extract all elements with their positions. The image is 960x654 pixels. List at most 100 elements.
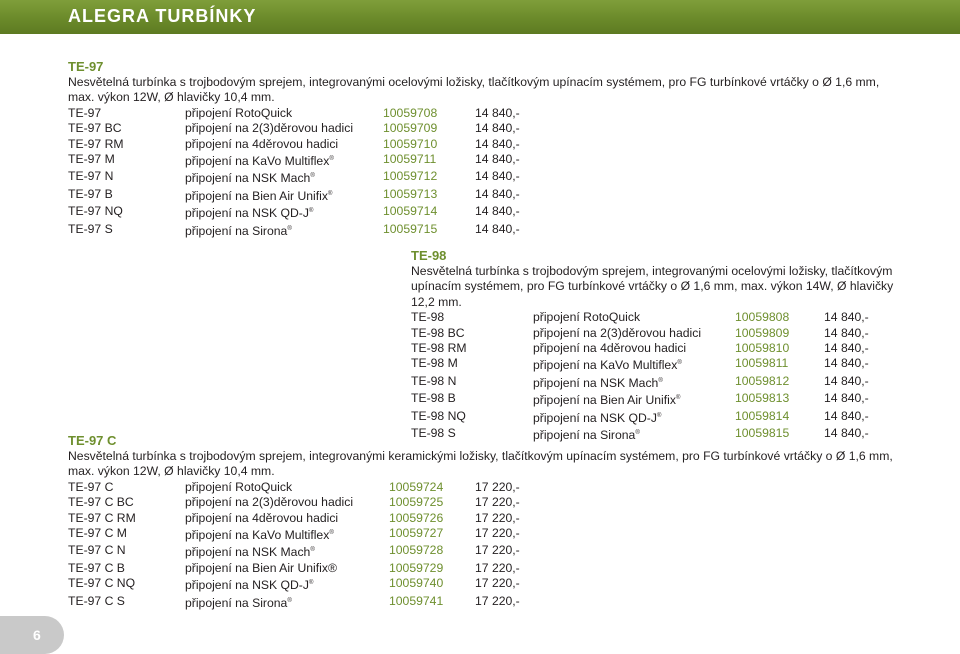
table-row: TE-98 Bpřipojení na Bien Air Unifix® 1005… [411,391,869,408]
order-code-cell: 10059712 [383,169,475,186]
section-te-97: TE-97 Nesvětelná turbínka s trojbodovým … [68,59,908,239]
order-code-cell: 10059726 [389,511,475,526]
connection-text: připojení na NSK Mach [185,171,311,186]
model-text: TE-97 BC [68,121,122,136]
connection-text: připojení RotoQuick [185,105,293,120]
connection-cell: připojení na KaVo Multiflex® [185,152,383,169]
model-cell: TE-97 N [68,169,185,186]
connection-cell: připojení na NSK QD-J® [185,576,389,593]
price-cell: 14 840,- [475,106,520,121]
price-cell: 17 220,- [475,594,520,611]
model-cell: TE-97 RM [68,137,185,152]
connection-text: připojení na KaVo Multiflex [185,154,330,169]
connection-text: připojení na Sirona [185,223,288,238]
connection-cell: připojení na 4děrovou hadici [533,341,735,356]
registered-mark: ® [658,377,663,384]
registered-mark: ® [310,547,315,554]
connection-text: připojení na KaVo Multiflex [533,358,678,373]
model-text: TE-98 M [411,356,458,371]
price-cell: 14 840,- [824,374,869,391]
price-cell: 17 220,- [475,576,520,593]
connection-cell: připojení na NSK Mach® [185,543,389,560]
table-row: TE-98 Mpřipojení na KaVo Multiflex® 10059… [411,356,869,373]
registered-mark: ® [656,412,662,419]
price-cell: 14 840,- [824,341,869,356]
code-text: 10059729 [389,560,444,575]
table-row: TE-97 Spřipojení na Sirona® 10059715 14 84… [68,222,520,239]
model-cell: TE-98 B [411,391,533,408]
model-cell: TE-97 C [68,480,185,495]
connection-text: připojení na Sirona [185,595,288,610]
order-code-cell: 10059809 [735,326,824,341]
code-text: 10059712 [383,169,438,184]
order-code-cell: 10059710 [383,137,475,152]
model-cell: TE-98 BC [411,326,533,341]
connection-text: připojení na Bien Air Unifix [185,188,328,203]
connection-cell: připojení na NSK QD-J® [185,204,383,221]
connection-text: připojení na KaVo Multiflex [185,528,330,543]
connection-text: připojení na 4děrovou hadici [185,510,339,525]
registered-mark: ® [287,597,292,604]
model-text: TE-98 B [411,391,456,406]
connection-text: připojení na NSK Mach [533,375,659,390]
table-row: TE-98 připojení RotoQuick 10059808 14 840,- [411,310,869,325]
table-row: TE-97 C připojení RotoQuick 10059724 17 220… [68,480,520,495]
registered-mark: ® [310,173,315,180]
price-cell: 14 840,- [824,356,869,373]
connection-text: připojení na NSK Mach [185,545,311,560]
order-code-cell: 10059741 [389,594,475,611]
price-cell: 17 220,- [475,495,520,510]
price-cell: 14 840,- [824,310,869,325]
model-text: TE-97 S [68,221,113,236]
price-text: 14 840,- [475,152,520,167]
price-text: 17 220,- [475,560,520,575]
connection-cell: připojení na KaVo Multiflex® [185,526,389,543]
section-description: Nesvětelná turbínka s trojbodovým spreje… [411,264,894,309]
model-cell: TE-97 B [68,187,185,204]
model-cell: TE-97 C NQ [68,576,185,593]
section-description: Nesvětelná turbínka s trojbodovým spreje… [68,75,880,105]
connection-cell: připojení na 4děrovou hadici [185,511,389,526]
table-row: TE-98 Npřipojení na NSK Mach® 10059812 14 … [411,374,869,391]
model-text: TE-97 C N [68,543,126,558]
model-cell: TE-97 C BC [68,495,185,510]
table-row: TE-98 BC připojení na 2(3)děrovou hadici 1… [411,326,869,341]
connection-text: připojení na Bien Air Unifix [533,393,676,408]
connection-cell: připojení na Sirona® [185,594,389,611]
price-text: 17 220,- [475,510,520,525]
order-code-cell: 10059725 [389,495,475,510]
code-text: 10059726 [389,510,444,525]
table-row: TE-97 C Npřipojení na NSK Mach® 10059728 1… [68,543,520,560]
connection-cell: připojení na Bien Air Unifix® [185,561,389,576]
order-code-cell: 10059808 [735,310,824,325]
price-text: 14 840,- [824,325,869,340]
model-cell: TE-97 C N [68,543,185,560]
model-cell: TE-98 N [411,374,533,391]
price-cell: 17 220,- [475,480,520,495]
price-cell: 17 220,- [475,561,520,576]
connection-text: připojení RotoQuick [185,479,293,494]
connection-cell: připojení na NSK Mach® [533,374,735,391]
model-text: TE-97 B [68,186,113,201]
code-text: 10059725 [389,495,444,510]
model-text: TE-97 C RM [68,510,136,525]
code-text: 10059814 [735,408,790,423]
model-cell: TE-97 S [68,222,185,239]
code-text: 10059708 [383,105,438,120]
price-text: 14 840,- [824,408,869,423]
price-cell: 14 840,- [824,391,869,408]
price-cell: 14 840,- [824,326,869,341]
table-row: TE-97 C BC připojení na 2(3)děrovou hadic… [68,495,520,510]
page-title: ALEGRA TURBÍNKY [68,6,257,26]
model-text: TE-98 BC [411,325,465,340]
code-text: 10059808 [735,310,790,325]
price-text: 17 220,- [475,526,520,541]
registered-mark: ® [675,395,681,402]
code-text: 10059812 [735,373,790,388]
model-text: TE-97 N [68,169,114,184]
model-cell: TE-97 [68,106,185,121]
model-text: TE-97 NQ [68,204,123,219]
code-text: 10059715 [383,221,438,236]
price-text: 14 840,- [824,391,869,406]
section-title: TE-98 [411,248,447,263]
